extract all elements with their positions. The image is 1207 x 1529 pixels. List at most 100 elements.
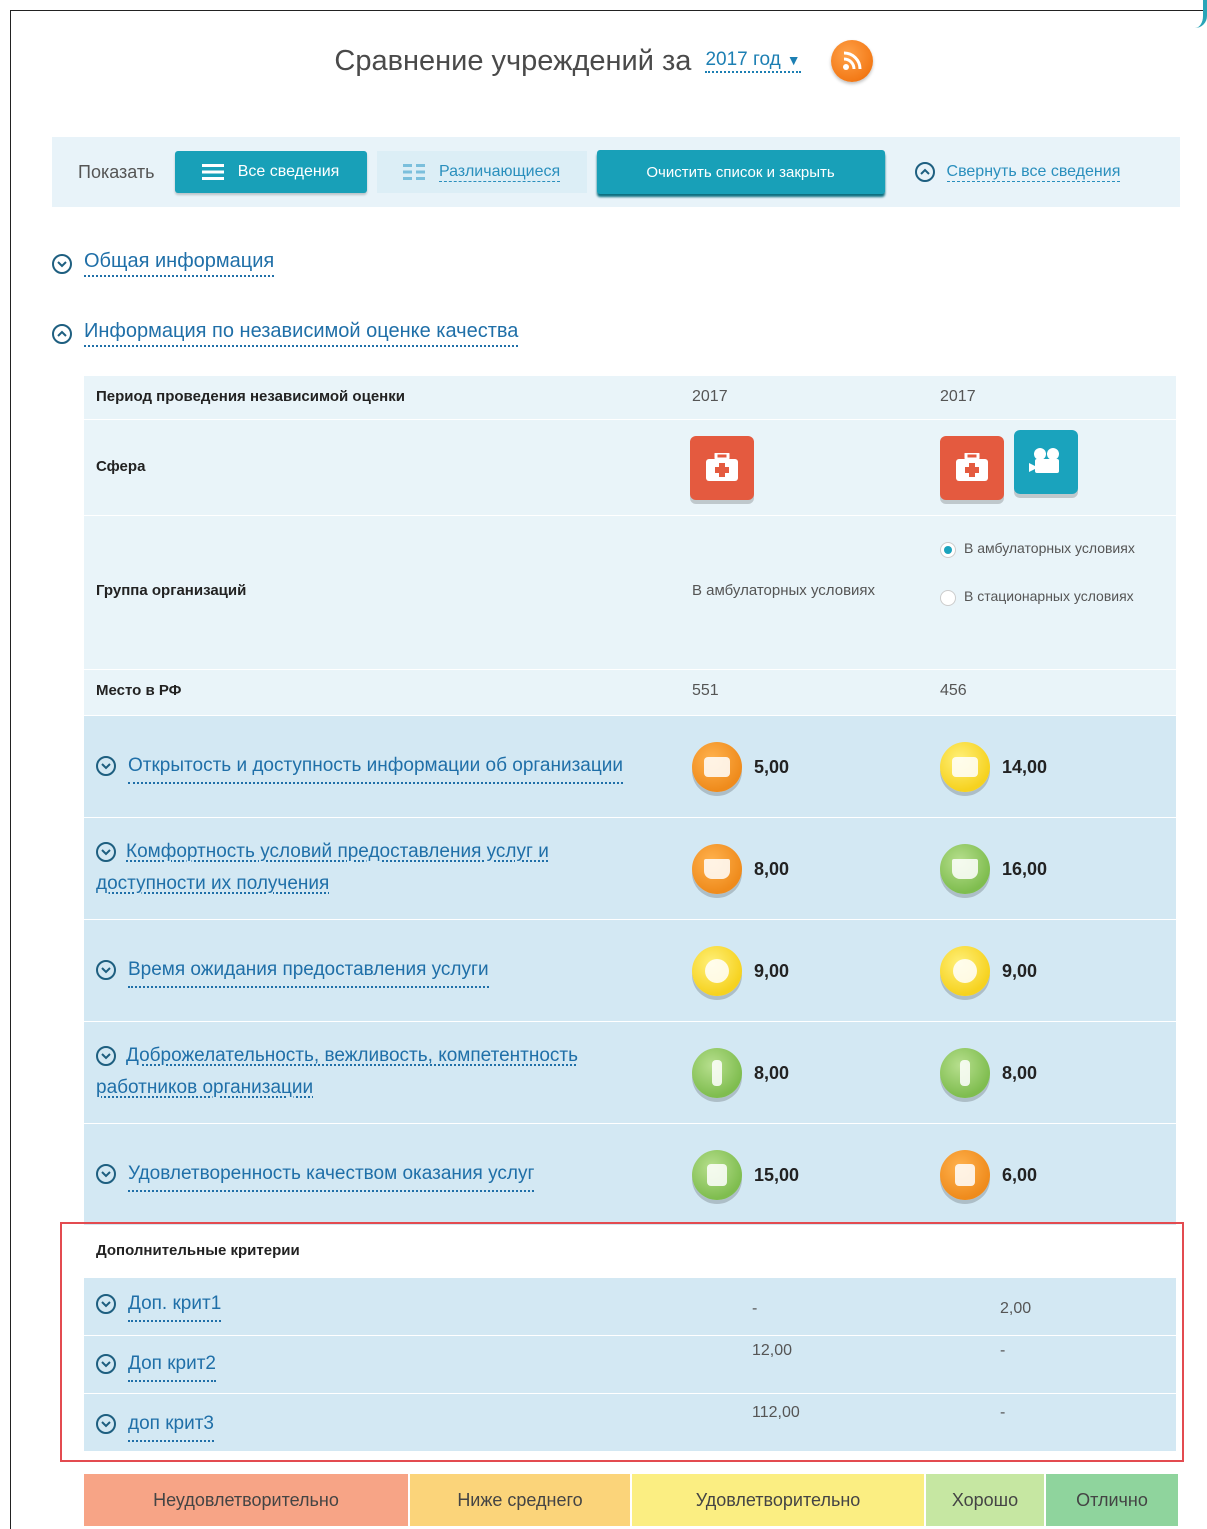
- group-radio-list: В амбулаторных условиях В стационарных у…: [940, 540, 1140, 606]
- score-1: 5,00: [692, 742, 789, 792]
- chevron-up-circle-icon: [52, 323, 72, 344]
- criterion-label: Открытость и доступность информации об о…: [128, 750, 623, 784]
- thumbs-up-icon: [940, 1150, 990, 1200]
- chevron-down-circle-icon: [96, 960, 116, 980]
- score-1: 9,00: [692, 946, 789, 996]
- radio-dot-checked: [940, 542, 956, 558]
- score-1: 8,00: [692, 844, 789, 894]
- row-value-1: 551: [692, 682, 719, 699]
- criterion-link[interactable]: Комфортность условий предоставления услу…: [96, 836, 656, 900]
- legend-good: Хорошо: [926, 1474, 1046, 1526]
- collapse-all-link[interactable]: Свернуть все сведения: [914, 162, 1121, 182]
- criterion-row: Открытость и доступность информации об о…: [84, 716, 1176, 818]
- show-all-label: Все сведения: [237, 163, 340, 180]
- collapse-all-label: Свернуть все сведения: [946, 162, 1121, 182]
- row-value-2: 2017: [940, 388, 976, 405]
- page-header: Сравнение учреждений за 2017 год ▼: [0, 40, 1207, 82]
- view-toolbar: Показать Все сведения Различающиеся Очис…: [52, 137, 1180, 207]
- score-2: 14,00: [940, 742, 1047, 792]
- criterion-link[interactable]: Доброжелательность, вежливость, компетен…: [96, 1040, 656, 1104]
- info-tray-icon: [692, 742, 742, 792]
- list-icon: [201, 164, 224, 180]
- criterion-label: Удовлетворенность качеством оказания усл…: [128, 1158, 535, 1192]
- chevron-down-circle-icon: [96, 1164, 116, 1184]
- score-value: 8,00: [754, 858, 790, 879]
- criterion-row: Время ожидания предоставления услуги 9,0…: [84, 920, 1176, 1022]
- score-value: 15,00: [754, 1164, 800, 1185]
- table-row-place: Место в РФ 551 456: [84, 670, 1176, 716]
- table-row-sphere: Сфера: [84, 420, 1176, 516]
- section-quality-info[interactable]: Информация по независимой оценке качеств…: [52, 320, 519, 347]
- section-general-info[interactable]: Общая информация: [52, 250, 275, 277]
- row-value-1: 2017: [692, 388, 728, 405]
- year-select-value: 2017 год: [705, 49, 781, 70]
- chevron-down-icon: ▼: [786, 52, 801, 68]
- row-label: Сфера: [96, 458, 146, 475]
- clock-icon: [692, 946, 742, 996]
- score-2: 8,00: [940, 1048, 1037, 1098]
- tie-icon: [692, 1048, 742, 1098]
- score-value: 14,00: [1002, 756, 1048, 777]
- show-label: Показать: [78, 161, 155, 182]
- score-value: 9,00: [1002, 960, 1038, 981]
- criterion-link[interactable]: Удовлетворенность качеством оказания усл…: [96, 1158, 535, 1192]
- table-row-group: Группа организаций В амбулаторных услови…: [84, 516, 1176, 670]
- radio-dot: [940, 590, 956, 606]
- score-value: 8,00: [1002, 1062, 1038, 1083]
- score-value: 5,00: [754, 756, 790, 777]
- score-2: 9,00: [940, 946, 1037, 996]
- legend-excellent: Отлично: [1046, 1474, 1178, 1526]
- table-row-period: Период проведения независимой оценки 201…: [84, 376, 1176, 420]
- medical-kit-icon: [940, 436, 1004, 500]
- chevron-up-circle-icon: [914, 162, 935, 182]
- section-general-info-label: Общая информация: [84, 250, 275, 277]
- show-all-button[interactable]: Все сведения: [174, 151, 367, 193]
- score-2: 16,00: [940, 844, 1047, 894]
- score-value: 16,00: [1002, 858, 1048, 879]
- radio-ambulatory[interactable]: В амбулаторных условиях: [940, 540, 1140, 558]
- score-2: 6,00: [940, 1150, 1037, 1200]
- radio-label: В амбулаторных условиях: [964, 540, 1135, 556]
- score-value: 9,00: [754, 960, 790, 981]
- clear-and-close-button[interactable]: Очистить список и закрыть: [596, 150, 885, 194]
- score-1: 8,00: [692, 1048, 789, 1098]
- row-label: Группа организаций: [96, 582, 247, 599]
- cup-icon: [940, 844, 990, 894]
- legend-unsatisfactory: Неудовлетворительно: [84, 1474, 410, 1526]
- tie-icon: [940, 1048, 990, 1098]
- legend-satisfactory: Удовлетворительно: [632, 1474, 926, 1526]
- score-1: 15,00: [692, 1150, 799, 1200]
- medical-kit-icon: [690, 436, 754, 500]
- clock-icon: [940, 946, 990, 996]
- extra-criteria-highlight: [60, 1222, 1184, 1462]
- criterion-row: Удовлетворенность качеством оказания усл…: [84, 1124, 1176, 1226]
- score-value: 6,00: [1002, 1164, 1038, 1185]
- chevron-down-circle-icon: [52, 253, 72, 274]
- score-value: 8,00: [754, 1062, 790, 1083]
- section-quality-info-label: Информация по независимой оценке качеств…: [84, 320, 519, 347]
- criterion-link[interactable]: Время ожидания предоставления услуги: [96, 954, 489, 988]
- show-different-label: Различающиеся: [438, 162, 561, 182]
- page-title: Сравнение учреждений за: [334, 44, 692, 77]
- show-different-button[interactable]: Различающиеся: [376, 151, 587, 193]
- cup-icon: [692, 844, 742, 894]
- movie-camera-icon: [1014, 430, 1078, 494]
- rating-legend: Неудовлетворительно Ниже среднего Удовле…: [84, 1474, 1178, 1526]
- criterion-link[interactable]: Открытость и доступность информации об о…: [96, 750, 676, 784]
- rss-icon[interactable]: [830, 40, 873, 82]
- criterion-row: Доброжелательность, вежливость, компетен…: [84, 1022, 1176, 1124]
- chevron-down-circle-icon: [96, 841, 116, 862]
- row-value-1: В амбулаторных условиях: [692, 582, 876, 599]
- radio-label: В стационарных условиях: [964, 588, 1134, 604]
- info-tray-icon: [940, 742, 990, 792]
- legend-below-average: Ниже среднего: [410, 1474, 632, 1526]
- year-select[interactable]: 2017 год ▼: [705, 49, 801, 73]
- row-value-2: 456: [940, 682, 967, 699]
- criterion-label: Доброжелательность, вежливость, компетен…: [96, 1045, 579, 1098]
- chevron-down-circle-icon: [96, 1045, 116, 1066]
- thumbs-up-icon: [692, 1150, 742, 1200]
- criterion-label: Комфортность условий предоставления услу…: [96, 841, 549, 894]
- chevron-down-circle-icon: [96, 756, 116, 776]
- row-label: Место в РФ: [96, 682, 182, 699]
- radio-inpatient[interactable]: В стационарных условиях: [940, 588, 1140, 606]
